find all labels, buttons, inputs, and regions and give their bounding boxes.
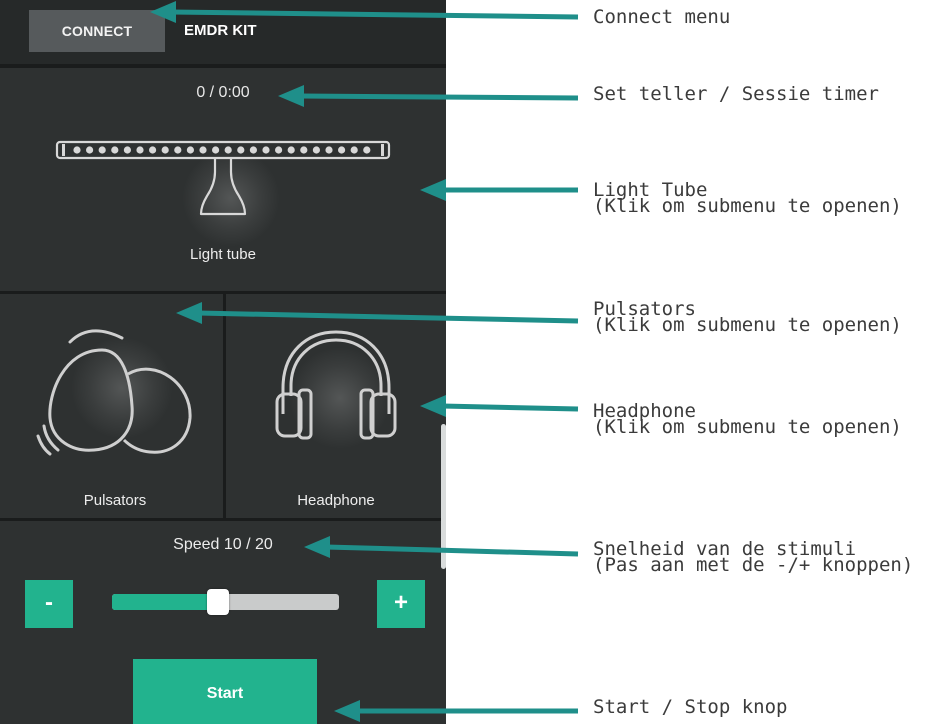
- annotation-speed-line2: (Pas aan met de -/+ knoppen): [593, 554, 914, 576]
- annotation-pulsators: Pulsators (Klik om submenu te openen): [593, 300, 902, 336]
- annotation-headphone-line2: (Klik om submenu te openen): [593, 416, 902, 438]
- annotation-start-line1: Start / Stop knop: [593, 696, 788, 718]
- arrow-speed: [325, 544, 579, 557]
- annotation-counter: Set teller / Sessie timer: [593, 83, 879, 105]
- screenshot-canvas: CONNECT EMDR KIT 0 / 0:00 Light tube Pul…: [0, 0, 952, 724]
- arrow-pulsators: [197, 310, 579, 324]
- arrow-counter: [299, 93, 579, 101]
- arrow-headphone: [441, 403, 579, 412]
- arrow-connect: [169, 9, 579, 20]
- annotation-light-tube: Light Tube (Klik om submenu te openen): [593, 181, 902, 217]
- annotation-speed: Snelheid van de stimuli (Pas aan met de …: [593, 540, 914, 576]
- annotation-light-tube-line2: (Klik om submenu te openen): [593, 195, 902, 217]
- annotation-counter-line1: Set teller / Sessie timer: [593, 83, 879, 105]
- annotation-headphone: Headphone (Klik om submenu te openen): [593, 402, 902, 438]
- annotation-connect-line1: Connect menu: [593, 6, 731, 28]
- annotation-connect: Connect menu: [593, 6, 731, 28]
- annotation-arrows: [150, 1, 579, 722]
- annotation-pulsators-line2: (Klik om submenu te openen): [593, 314, 902, 336]
- annotation-start: Start / Stop knop: [593, 696, 788, 718]
